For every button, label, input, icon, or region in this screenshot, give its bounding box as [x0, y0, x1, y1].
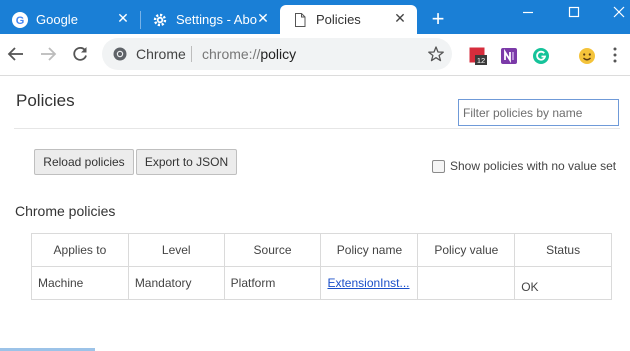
export-json-button[interactable]: Export to JSON [136, 149, 237, 175]
tab-settings[interactable]: Settings - Abo ✕ [140, 5, 280, 34]
google-icon: G [12, 11, 28, 28]
divider [14, 128, 620, 129]
policy-name-link[interactable]: ExtensionInst... [320, 266, 419, 300]
chrome-icon [113, 47, 127, 61]
reload-icon[interactable] [69, 43, 91, 65]
url-host: policy [260, 46, 297, 62]
new-tab-button[interactable]: + [428, 8, 448, 30]
star-icon[interactable] [427, 45, 445, 63]
column-header: Policy name [320, 233, 419, 267]
calendar-badge: 12 [477, 56, 485, 65]
calendar-extension-icon[interactable]: 12 [469, 47, 487, 65]
emoji-icon[interactable] [578, 47, 596, 65]
forward-arrow-icon[interactable] [37, 43, 59, 65]
tab-policies[interactable]: Policies ✕ [280, 5, 417, 34]
url-text[interactable]: chrome://policy [202, 46, 296, 62]
back-arrow-icon[interactable] [5, 43, 27, 65]
page-title: Policies [16, 91, 75, 110]
document-icon [295, 12, 306, 27]
close-icon[interactable]: ✕ [256, 11, 270, 25]
section-title: Chrome policies [15, 203, 116, 219]
minimize-icon[interactable] [519, 3, 537, 21]
tab-title: Google [36, 12, 78, 27]
maximize-icon[interactable] [565, 3, 583, 21]
applies-to-cell: Machine [31, 266, 129, 300]
tab-google[interactable]: G Google ✕ [0, 5, 140, 34]
onenote-icon[interactable] [500, 47, 518, 65]
tab-title: Policies [316, 12, 361, 27]
column-header: Level [127, 233, 225, 267]
show-no-value-toggle[interactable]: Show policies with no value set [432, 159, 616, 173]
table-header-row: Applies to Level Source Policy name Poli… [31, 233, 612, 267]
tab-strip: G Google ✕ Settings - Abo ✕ Policies ✕ + [0, 0, 630, 34]
reload-policies-button[interactable]: Reload policies [34, 149, 134, 175]
table-row: Machine Mandatory Platform ExtensionInst… [31, 266, 612, 300]
checkbox-label: Show policies with no value set [450, 159, 617, 173]
status-cell: OK [514, 266, 612, 300]
omnibox-divider [191, 46, 192, 62]
window-close-icon[interactable] [610, 3, 628, 21]
column-header: Source [223, 233, 322, 267]
checkbox[interactable] [432, 159, 445, 173]
omnibox-chip: Chrome [136, 46, 186, 62]
svg-text:G: G [16, 15, 25, 27]
column-header: Policy value [417, 233, 516, 267]
level-cell: Mandatory [127, 266, 225, 300]
url-scheme: chrome:// [202, 46, 261, 62]
gear-icon [153, 13, 167, 26]
grammarly-icon[interactable] [532, 47, 550, 65]
policy-table: Applies to Level Source Policy name Poli… [31, 233, 612, 300]
kebab-menu-icon[interactable] [612, 46, 618, 64]
filter-input[interactable] [458, 99, 619, 126]
close-icon[interactable]: ✕ [116, 11, 130, 25]
close-icon[interactable]: ✕ [393, 11, 407, 25]
browser-toolbar: Chrome chrome://policy 12 [0, 34, 630, 76]
column-header: Status [514, 233, 612, 267]
tab-title: Settings - Abo [176, 12, 257, 27]
source-cell: Platform [223, 266, 322, 300]
address-bar[interactable]: Chrome chrome://policy [102, 38, 452, 70]
column-header: Applies to [31, 233, 129, 267]
policy-value-cell [417, 266, 516, 300]
